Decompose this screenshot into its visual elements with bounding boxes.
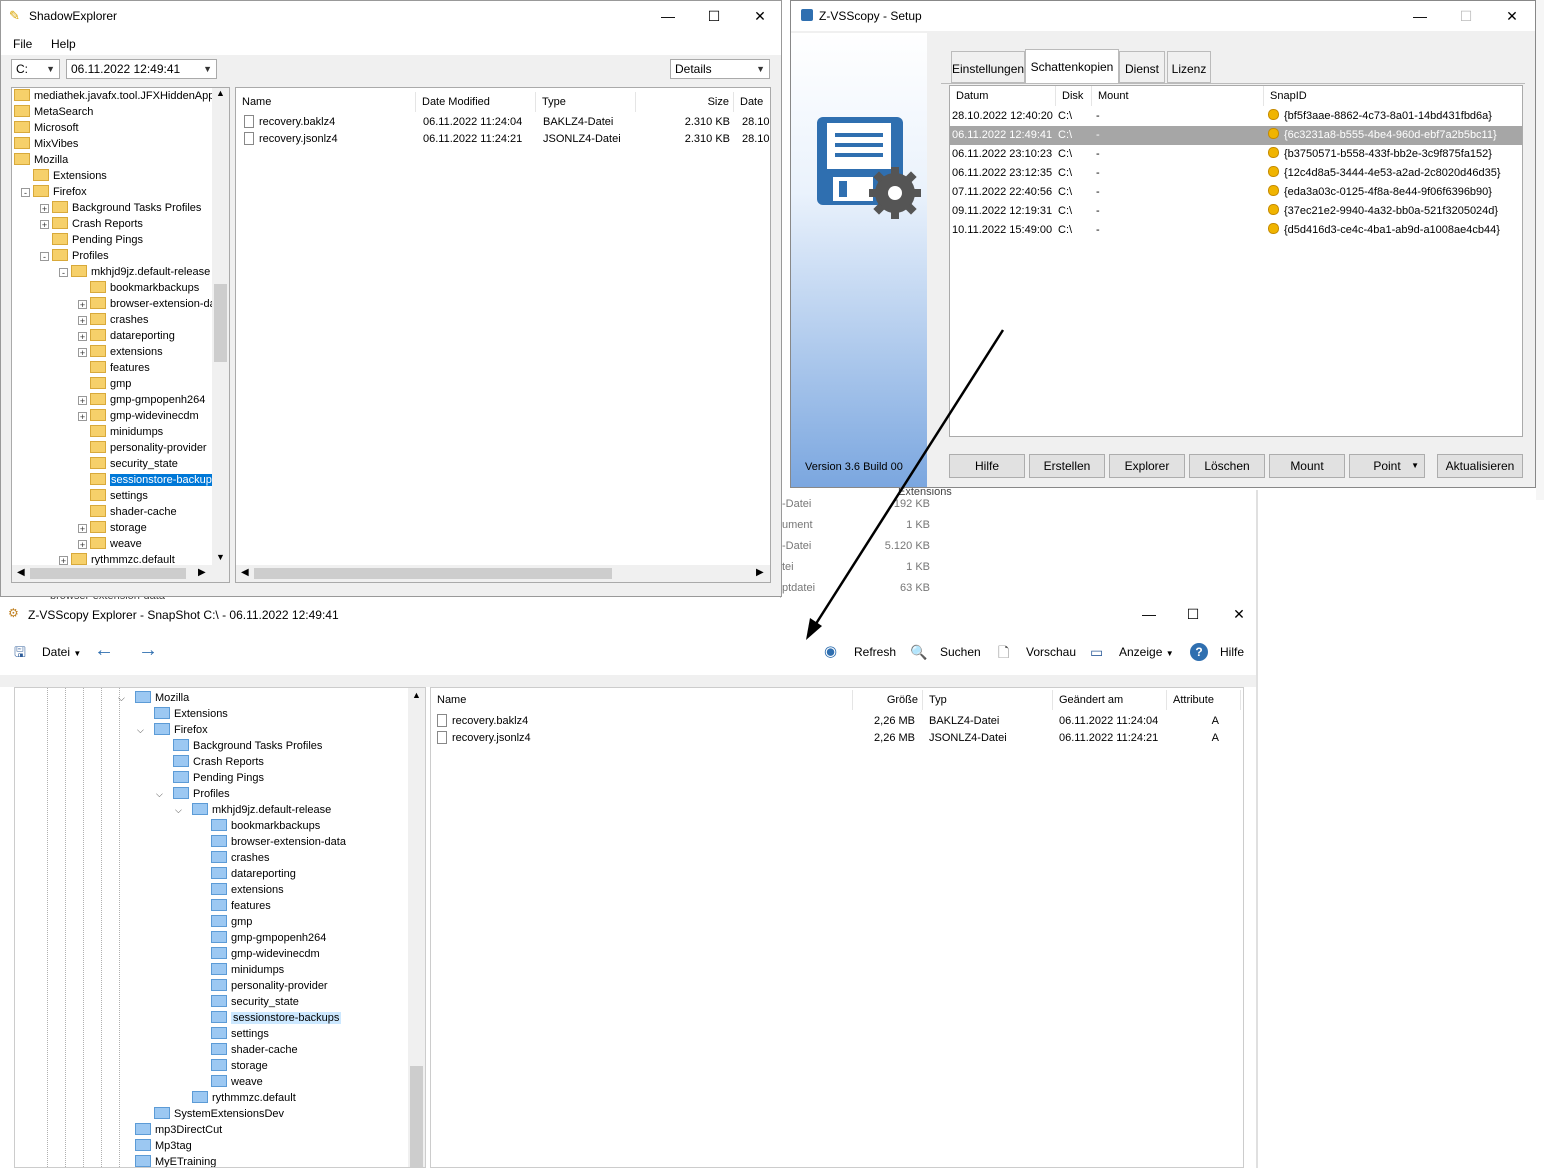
annotation-arrow [806,329,1005,640]
